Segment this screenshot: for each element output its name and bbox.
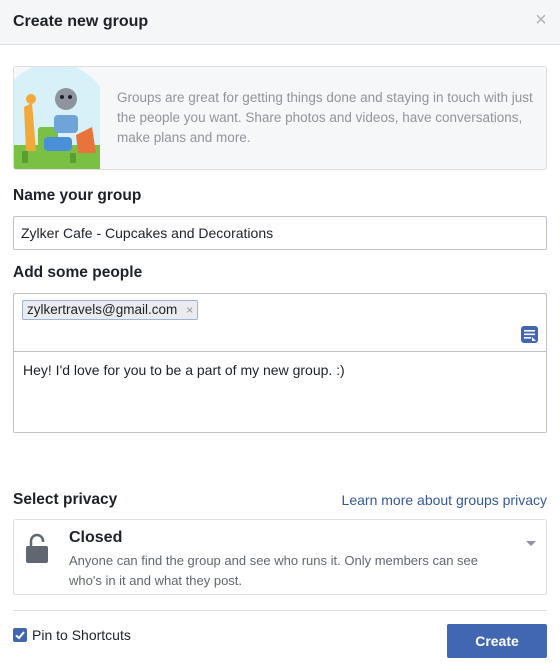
create-button[interactable]: Create bbox=[447, 624, 547, 658]
intro-panel: Groups are great for getting things done… bbox=[13, 66, 547, 170]
footer-divider bbox=[13, 610, 547, 611]
invite-message-input[interactable]: Hey! I'd love for you to be a part of my… bbox=[13, 351, 547, 433]
create-group-dialog: Create new group × Groups are great for … bbox=[0, 0, 560, 671]
remove-token-icon[interactable]: × bbox=[186, 301, 193, 319]
person-token-label: zylkertravels@gmail.com bbox=[27, 302, 178, 317]
dialog-title: Create new group bbox=[13, 13, 149, 30]
groups-illustration-icon bbox=[14, 67, 100, 169]
privacy-dropdown[interactable]: Closed Anyone can find the group and see… bbox=[13, 519, 547, 595]
chevron-down-icon bbox=[526, 541, 536, 546]
group-name-input[interactable]: Zylker Cafe - Cupcakes and Decorations bbox=[13, 216, 547, 250]
privacy-selected-title: Closed bbox=[69, 529, 123, 546]
privacy-info-link[interactable]: Learn more about groups privacy bbox=[342, 492, 547, 508]
lock-icon bbox=[26, 533, 48, 563]
select-privacy-label: Select privacy bbox=[13, 491, 118, 508]
check-icon bbox=[15, 631, 25, 640]
add-people-label: Add some people bbox=[13, 264, 143, 281]
add-people-input[interactable]: zylkertravels@gmail.com × bbox=[13, 293, 547, 351]
message-note-icon[interactable] bbox=[521, 326, 538, 343]
privacy-selected-description: Anyone can find the group and see who ru… bbox=[69, 553, 479, 588]
intro-description: Groups are great for getting things done… bbox=[117, 90, 533, 145]
close-icon[interactable]: × bbox=[532, 10, 550, 30]
name-group-label: Name your group bbox=[13, 187, 142, 204]
person-token: zylkertravels@gmail.com × bbox=[22, 300, 199, 320]
dialog-header: Create new group × bbox=[0, 0, 560, 45]
pin-checkbox[interactable] bbox=[13, 628, 27, 642]
pin-shortcut-label: Pin to Shortcuts bbox=[32, 627, 131, 643]
